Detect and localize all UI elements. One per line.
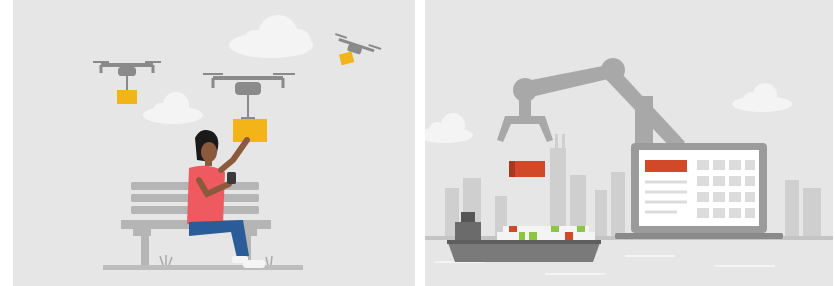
laptop-icon	[615, 143, 783, 239]
drone-delivery-scene	[13, 0, 415, 286]
package-icon	[117, 90, 137, 104]
smart-factory-shipping-illustration	[425, 0, 833, 286]
package-icon	[233, 119, 267, 142]
face	[201, 142, 217, 162]
shoe	[243, 260, 265, 268]
ground-shadow	[103, 265, 303, 270]
drone-delivery-illustration	[13, 0, 415, 286]
factory-shipping-scene	[425, 0, 833, 286]
laptop-base	[615, 233, 783, 239]
phone-icon	[227, 172, 236, 184]
ship-containers	[497, 226, 595, 240]
dashboard-header	[645, 160, 687, 172]
